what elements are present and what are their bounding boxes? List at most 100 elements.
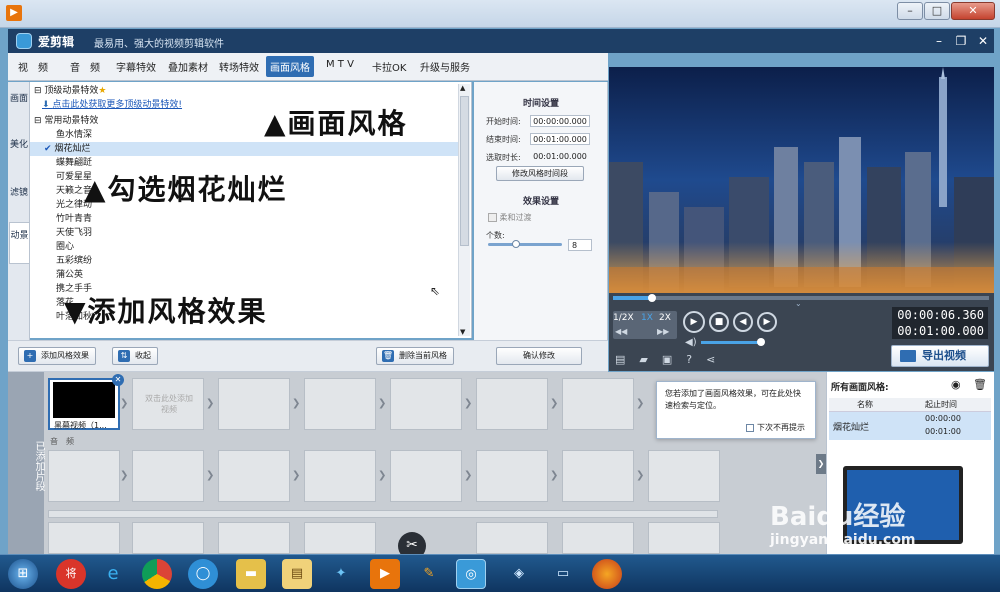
- app-restore-icon[interactable]: ❐: [952, 32, 970, 50]
- tab-karaoke[interactable]: 卡拉OK: [372, 59, 406, 74]
- audio-clip[interactable]: [390, 450, 462, 502]
- clip-empty[interactable]: [218, 378, 290, 430]
- clip-empty[interactable]: [476, 378, 548, 430]
- audio-clip[interactable]: [304, 522, 376, 554]
- tab-audio[interactable]: 音 频: [70, 59, 100, 74]
- clip-empty[interactable]: [390, 378, 462, 430]
- tab-upgrade[interactable]: 升级与服务: [420, 59, 470, 74]
- player-app-icon[interactable]: ▶: [370, 559, 400, 589]
- chrome-icon[interactable]: [142, 559, 172, 589]
- app-minimize-icon[interactable]: –: [930, 32, 948, 50]
- folder-app-icon[interactable]: ▬: [236, 559, 266, 589]
- side-tab-beautify[interactable]: 美化: [9, 130, 29, 170]
- audio-clip[interactable]: [132, 450, 204, 502]
- paint-app-icon[interactable]: ✎: [414, 559, 444, 589]
- list-scrollbar[interactable]: ▲ ▼: [458, 84, 470, 336]
- modify-time-button[interactable]: 修改风格时间段: [496, 166, 584, 181]
- clip-placeholder[interactable]: 双击此处添加视频: [132, 378, 204, 430]
- scroll-thumb[interactable]: [460, 96, 469, 246]
- maximize-button[interactable]: □: [924, 2, 950, 20]
- tab-style[interactable]: 画面风格: [266, 56, 314, 77]
- volume-thumb[interactable]: [757, 338, 765, 346]
- list-item[interactable]: 五彩缤纷: [30, 254, 458, 268]
- explorer-icon[interactable]: ▤: [282, 559, 312, 589]
- audio-clip[interactable]: [218, 450, 290, 502]
- list-item-selected[interactable]: ✔ 烟花灿烂: [30, 142, 458, 156]
- fast-rewind-icon[interactable]: ◀◀: [615, 327, 627, 336]
- cube-app-icon[interactable]: ◈: [504, 559, 534, 589]
- scroll-up-icon[interactable]: ▲: [460, 84, 465, 92]
- side-tab-filter[interactable]: 滤镜: [9, 178, 29, 218]
- audio-clip[interactable]: [562, 522, 634, 554]
- audio-clip[interactable]: [48, 450, 120, 502]
- tab-transition[interactable]: 转场特效: [219, 59, 259, 74]
- aijianji-app-icon[interactable]: ◎: [456, 559, 486, 589]
- count-slider[interactable]: [488, 240, 562, 248]
- firefox-app-icon[interactable]: [592, 559, 622, 589]
- no-more-tip-checkbox[interactable]: 下次不再提示: [746, 422, 805, 434]
- bird-app-icon[interactable]: ✦: [326, 559, 356, 589]
- collapse-button[interactable]: ⇅ 收起: [112, 347, 158, 365]
- expand-icon[interactable]: ⌄: [795, 299, 802, 308]
- clip-empty[interactable]: [562, 378, 634, 430]
- soft-transition-checkbox[interactable]: 柔和过渡: [488, 212, 532, 223]
- start-orb-icon[interactable]: ⊞: [8, 559, 38, 589]
- help-icon[interactable]: ?: [686, 353, 706, 366]
- fast-forward-icon[interactable]: ▶▶: [657, 327, 669, 336]
- group-top[interactable]: ⊟ 顶级动景特效★: [34, 84, 462, 98]
- export-button[interactable]: 导出视频: [891, 345, 989, 367]
- audio-clip[interactable]: [304, 450, 376, 502]
- audio-clip[interactable]: [476, 522, 548, 554]
- end-time-input[interactable]: 00:01:00.000: [530, 133, 590, 145]
- side-tab-picture[interactable]: 画面: [9, 88, 29, 122]
- audio-clip[interactable]: [648, 522, 720, 554]
- delete-icon[interactable]: 🗑: [973, 378, 987, 391]
- locate-icon[interactable]: ◉: [951, 378, 961, 391]
- tab-video[interactable]: 视 频: [18, 59, 48, 74]
- jiang-app-icon[interactable]: 将: [56, 559, 86, 589]
- tab-subtitle[interactable]: 字幕特效: [116, 59, 156, 74]
- confirm-button[interactable]: 确认修改: [496, 347, 582, 365]
- delete-style-button[interactable]: 🗑 删除当前风格: [376, 347, 454, 365]
- count-input[interactable]: 8: [568, 239, 592, 251]
- share-icon[interactable]: ⋖: [706, 353, 729, 366]
- prev-frame-icon[interactable]: ◀: [733, 312, 753, 332]
- folder-icon[interactable]: ▰: [639, 353, 661, 366]
- audio-clip[interactable]: [132, 522, 204, 554]
- search-app-icon[interactable]: ◯: [188, 559, 218, 589]
- side-tab-motion[interactable]: 动景: [9, 222, 29, 264]
- audio-clip[interactable]: [48, 522, 120, 554]
- app-close-icon[interactable]: ✕: [974, 32, 992, 50]
- tab-overlay[interactable]: 叠加素材: [168, 59, 208, 74]
- timeline-scrollbar[interactable]: [48, 510, 718, 518]
- play-icon[interactable]: ▶: [683, 311, 705, 333]
- save-icon[interactable]: ▣: [662, 353, 686, 366]
- stop-icon[interactable]: ■: [709, 312, 729, 332]
- speed-1x[interactable]: 1X: [641, 313, 653, 323]
- next-frame-icon[interactable]: ▶: [757, 312, 777, 332]
- audio-clip[interactable]: [476, 450, 548, 502]
- clip-black[interactable]: 黑幕视频（1... ✕: [48, 374, 124, 430]
- add-style-button[interactable]: + 添加风格效果: [18, 347, 96, 365]
- progress-thumb[interactable]: [648, 294, 656, 302]
- volume-icon[interactable]: ◀): [685, 337, 697, 348]
- table-row[interactable]: 烟花灿烂 00:00:00 00:01:00: [829, 412, 991, 440]
- audio-clip[interactable]: [218, 522, 290, 554]
- close-button[interactable]: ✕: [951, 2, 995, 20]
- volume-slider[interactable]: [701, 338, 765, 346]
- list-item[interactable]: 蒲公英: [30, 268, 458, 282]
- speed-half[interactable]: 1/2X: [613, 313, 634, 323]
- clip-empty[interactable]: [304, 378, 376, 430]
- start-time-input[interactable]: 00:00:00.000: [530, 115, 590, 127]
- slider-thumb[interactable]: [512, 240, 520, 248]
- clip-remove-icon[interactable]: ✕: [112, 374, 124, 386]
- list-item[interactable]: 竹叶青青: [30, 212, 458, 226]
- speed-2x[interactable]: 2X: [659, 313, 671, 323]
- ie-browser-icon[interactable]: e: [98, 559, 128, 589]
- tab-mtv[interactable]: M T V: [326, 59, 354, 70]
- list-item[interactable]: 天使飞羽: [30, 226, 458, 240]
- file-icon[interactable]: ▤: [615, 353, 639, 366]
- audio-clip[interactable]: [648, 450, 720, 502]
- audio-clip[interactable]: [562, 450, 634, 502]
- expand-right-icon[interactable]: ❯: [816, 454, 826, 474]
